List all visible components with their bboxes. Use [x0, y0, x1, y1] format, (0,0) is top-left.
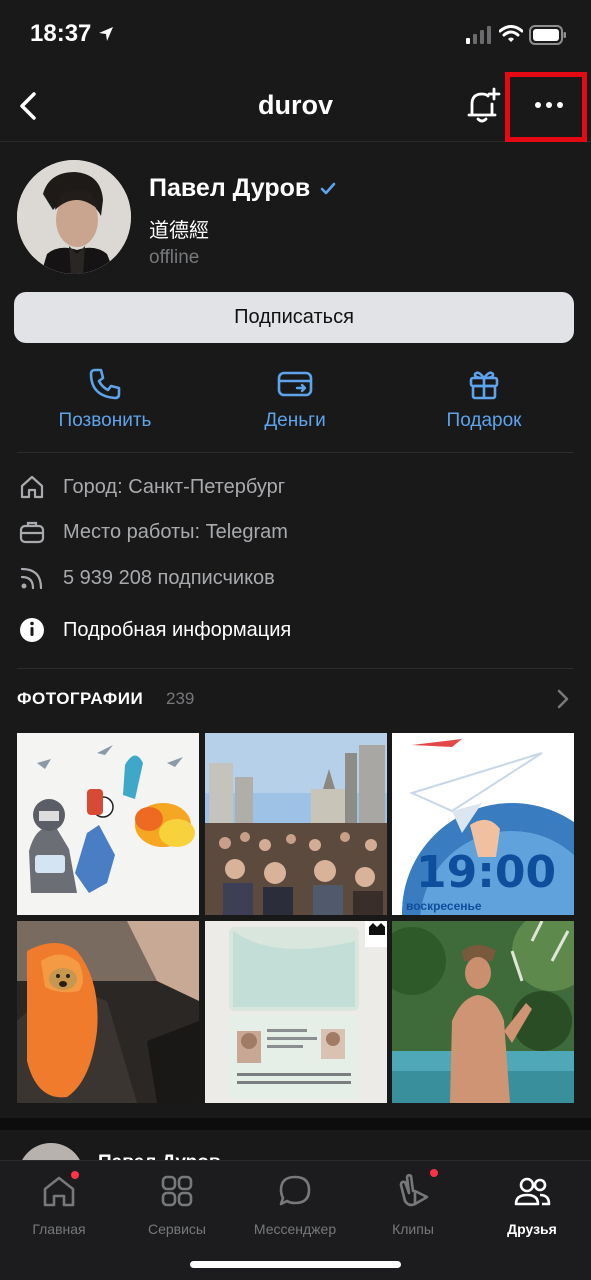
gift-button[interactable]: Подарок [394, 366, 574, 432]
tab-services[interactable]: Сервисы [118, 1171, 236, 1237]
money-card-icon [277, 371, 313, 397]
profile-header: Павел Дуров 道德經 offline [0, 142, 591, 282]
photo-thumbnail[interactable] [205, 733, 387, 915]
photos-title: ФОТОГРАФИИ [17, 689, 144, 708]
info-city: Город: Санкт-Петербург [17, 472, 577, 502]
briefcase-icon [17, 517, 47, 547]
chevron-right-icon [557, 689, 569, 709]
bell-plus-icon [467, 87, 501, 123]
gift-label: Подарок [446, 410, 522, 431]
tab-label: Сервисы [147, 1221, 206, 1237]
clips-icon [354, 1169, 472, 1211]
followers-text: 5 939 208 подписчиков [63, 566, 275, 589]
subscribe-button[interactable]: Подписаться [14, 292, 574, 343]
notification-badge [71, 1171, 79, 1179]
avatar-photo [17, 160, 131, 274]
phone-icon [89, 368, 121, 400]
photo-thumbnail[interactable] [392, 921, 574, 1103]
notification-subscribe-button[interactable] [464, 86, 502, 126]
tab-home[interactable]: Главная [0, 1171, 118, 1237]
photo-thumbnail[interactable] [17, 733, 199, 915]
gift-icon [469, 371, 499, 400]
info-details-link[interactable]: Подробная информация [17, 615, 577, 645]
photo-thumbnail[interactable] [17, 921, 199, 1103]
home-outline-icon [17, 472, 47, 502]
friends-icon [473, 1171, 591, 1211]
tab-messenger[interactable]: Мессенджер [236, 1171, 354, 1237]
home-icon [0, 1171, 118, 1211]
profile-status: 道德經 [149, 220, 209, 242]
profile-name: Павел Дуров [149, 174, 311, 202]
page-title: durov [257, 90, 333, 120]
photos-count: 239 [166, 689, 195, 708]
more-options-button[interactable] [505, 72, 587, 142]
navigation-bar: durov [0, 70, 591, 142]
verified-check-icon [320, 182, 336, 194]
notification-badge [430, 1169, 438, 1177]
photos-header[interactable]: ФОТОГРАФИИ 239 [17, 686, 574, 712]
home-indicator [190, 1261, 401, 1268]
more-dots-icon [535, 102, 563, 108]
money-button[interactable]: Деньги [205, 366, 385, 432]
wifi-icon [499, 25, 523, 42]
tab-friends[interactable]: Друзья [473, 1171, 591, 1237]
name-row: Павел Дуров [149, 174, 336, 203]
poster-day-text: воскресенье [406, 899, 482, 913]
divider [17, 668, 574, 669]
tab-label: Клипы [392, 1221, 434, 1237]
work-text[interactable]: Место работы: Telegram [63, 521, 288, 544]
services-icon [118, 1171, 236, 1211]
tab-label: Друзья [507, 1221, 557, 1237]
status-time: 18:37 [30, 20, 92, 47]
poster-time-text: 19:00 [416, 847, 557, 898]
money-label: Деньги [264, 410, 326, 431]
rss-followers-icon [17, 563, 47, 593]
presence-status: offline [149, 247, 200, 268]
cellular-signal-icon [466, 26, 491, 44]
status-bar: 18:37 [0, 0, 591, 70]
location-arrow-icon [99, 27, 113, 41]
tab-clips[interactable]: Клипы [354, 1169, 472, 1237]
battery-icon [529, 25, 566, 45]
avatar[interactable] [17, 160, 131, 274]
call-button[interactable]: Позвонить [15, 366, 195, 432]
photo-thumbnail[interactable]: 19:00 воскресенье [392, 733, 574, 915]
action-buttons: Позвонить Деньги Подарок [0, 366, 591, 436]
details-text: Подробная информация [63, 618, 292, 641]
info-followers[interactable]: 5 939 208 подписчиков [17, 563, 577, 593]
tab-label: Мессенджер [253, 1221, 337, 1237]
call-label: Позвонить [58, 410, 152, 431]
info-work: Место работы: Telegram [17, 517, 577, 547]
section-separator [0, 1118, 591, 1130]
divider [17, 452, 574, 453]
city-text: Город: Санкт-Петербург [63, 475, 286, 498]
info-icon [17, 615, 47, 645]
tab-label: Главная [32, 1221, 86, 1237]
chat-icon [236, 1171, 354, 1211]
photo-thumbnail[interactable] [205, 921, 387, 1103]
